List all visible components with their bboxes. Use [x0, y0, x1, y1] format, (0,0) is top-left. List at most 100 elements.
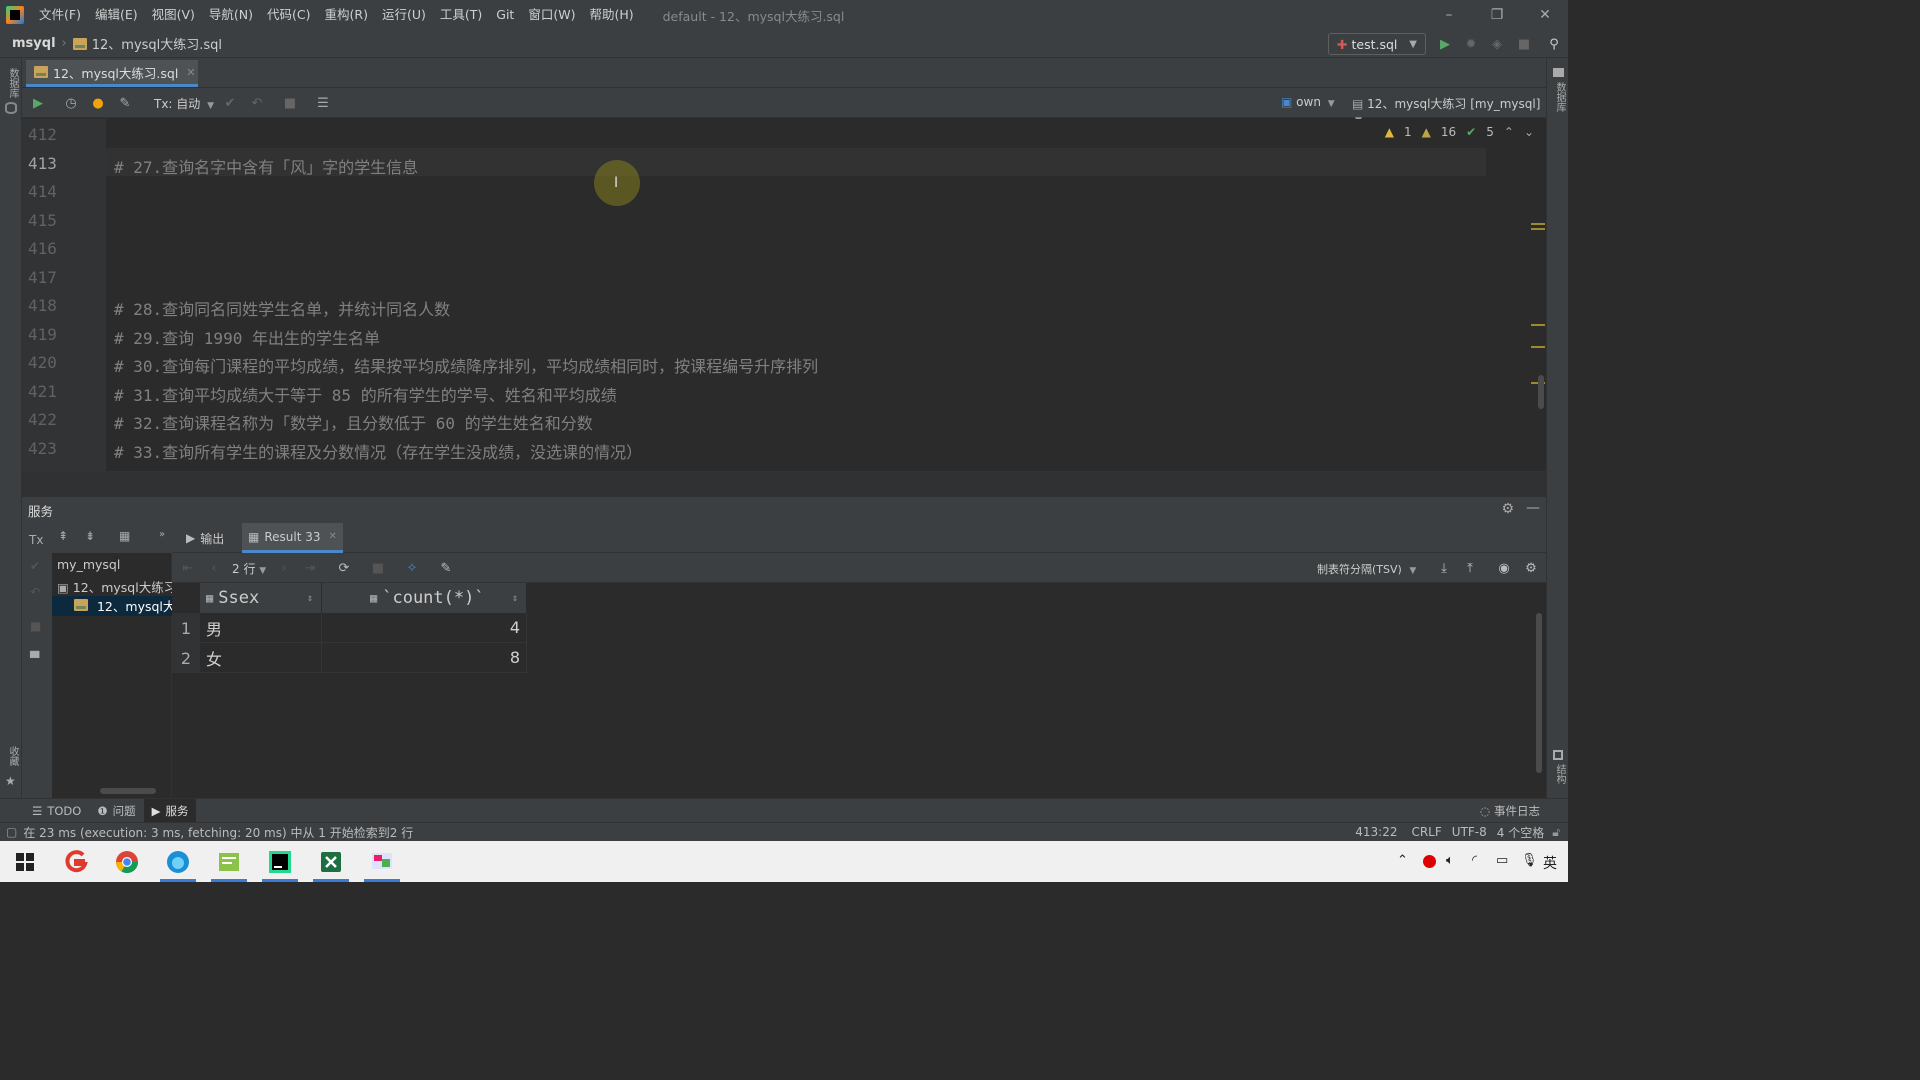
- line-separator[interactable]: CRLF: [1411, 825, 1441, 839]
- rollback-icon[interactable]: ↶: [249, 95, 265, 111]
- edge-icon[interactable]: [156, 841, 200, 882]
- grid-scrollbar[interactable]: [1536, 613, 1542, 773]
- menu-run[interactable]: 运行(U): [375, 0, 433, 30]
- panel-splitter[interactable]: [22, 471, 1546, 497]
- editor-scrollbar[interactable]: [1538, 375, 1544, 409]
- menu-edit[interactable]: 编辑(E): [88, 0, 145, 30]
- tool-tab-todo[interactable]: ☰ TODO: [24, 799, 89, 823]
- table-cell[interactable]: 男: [200, 613, 322, 643]
- menu-git[interactable]: Git: [489, 0, 521, 30]
- download-icon[interactable]: ⤓: [1436, 560, 1452, 576]
- inspection-widget[interactable]: ▲ 1 ▲ 16 ✔ 5 ⌃ ⌄: [1385, 125, 1534, 139]
- stripe-mark[interactable]: [1531, 324, 1545, 326]
- event-log-button[interactable]: ◌ 事件日志: [1472, 799, 1548, 823]
- export-format-select[interactable]: 制表符分隔(TSV) ▼: [1317, 561, 1416, 577]
- pin-icon[interactable]: ✎: [438, 560, 454, 576]
- run-icon[interactable]: ▶: [1437, 36, 1453, 52]
- column-header-ssex[interactable]: ▦ Ssex ⇕: [200, 583, 322, 613]
- table-cell[interactable]: 女: [200, 643, 322, 673]
- menu-code[interactable]: 代码(C): [260, 0, 317, 30]
- database-tool-label[interactable]: 数据库: [1552, 82, 1567, 112]
- database-tool-label[interactable]: 数据库: [5, 68, 20, 98]
- menu-file[interactable]: 文件(F): [32, 0, 88, 30]
- code-line[interactable]: # 30.查询每门课程的平均成绩，结果按平均成绩降序排列，平均成绩相同时，按课程…: [114, 353, 818, 377]
- tab-result[interactable]: ▦ Result 33 ✕: [242, 523, 343, 553]
- last-page-icon[interactable]: ⇥: [302, 560, 318, 576]
- sort-icon[interactable]: ⇕: [512, 593, 518, 604]
- search-icon[interactable]: ⚲: [1546, 36, 1562, 52]
- stripe-mark[interactable]: [1531, 346, 1545, 348]
- stripe-mark[interactable]: [1531, 228, 1545, 230]
- chevron-up-icon[interactable]: ⌃: [1504, 125, 1514, 139]
- table-cell[interactable]: 8: [322, 643, 527, 673]
- schema-select[interactable]: ▣ own ▼: [1281, 95, 1335, 109]
- gear-icon[interactable]: ⚙: [1523, 560, 1539, 576]
- collapse-all-icon[interactable]: ⇟: [85, 529, 95, 543]
- rollback-icon[interactable]: ↶: [30, 585, 40, 599]
- table-view-icon[interactable]: ☰: [315, 95, 331, 111]
- menu-help[interactable]: 帮助(H): [582, 0, 640, 30]
- close-tab-icon[interactable]: ✕: [329, 531, 337, 542]
- record-icon[interactable]: [1423, 855, 1436, 868]
- star-icon[interactable]: ★: [5, 774, 16, 788]
- excel-icon[interactable]: [309, 841, 353, 882]
- database-icon[interactable]: [5, 102, 17, 114]
- settings-wrench-icon[interactable]: ✎: [117, 95, 133, 111]
- close-tab-icon[interactable]: ✕: [186, 66, 195, 79]
- close-button[interactable]: ✕: [1522, 0, 1568, 30]
- favorites-tool-label[interactable]: 收藏: [5, 746, 20, 766]
- lock-icon[interactable]: 🔓︎: [1552, 825, 1560, 840]
- volume-icon[interactable]: 🔈︎: [1446, 853, 1454, 868]
- explain-plan-icon[interactable]: ●: [90, 95, 106, 111]
- tray-chevron-up-icon[interactable]: ⌃: [1397, 853, 1408, 868]
- commit-icon[interactable]: ✔: [30, 559, 40, 573]
- caret-position[interactable]: 413:22: [1355, 825, 1397, 839]
- breadcrumb-file[interactable]: 12、mysql大练习.sql: [92, 34, 222, 53]
- coverage-icon[interactable]: ◈: [1489, 36, 1505, 52]
- sort-icon[interactable]: ⇕: [307, 593, 313, 604]
- compare-icon[interactable]: ✧: [404, 560, 420, 576]
- status-panel-icon[interactable]: ▢: [6, 825, 17, 839]
- code-editor[interactable]: 412 413 414 415 416 417 418 419 420 421 …: [22, 119, 1546, 471]
- stop-icon[interactable]: ■: [30, 619, 41, 633]
- app-g-icon[interactable]: [54, 841, 98, 882]
- group-icon[interactable]: ▦: [119, 529, 130, 543]
- code-line[interactable]: # 33.查询所有学生的课程及分数情况（存在学生没成绩，没选课的情况）: [114, 439, 642, 463]
- structure-tool-label[interactable]: 结构: [1552, 764, 1567, 784]
- restore-button[interactable]: ❐: [1474, 0, 1520, 30]
- minimize-button[interactable]: –: [1426, 0, 1472, 30]
- column-header-count[interactable]: ▦ `count(*)` ⇕: [322, 583, 527, 613]
- tree-item-console[interactable]: 12、mysql大练: [52, 596, 172, 616]
- stripe-mark[interactable]: [1531, 223, 1545, 225]
- first-page-icon[interactable]: ⇤: [180, 560, 196, 576]
- editor-app-icon[interactable]: [207, 841, 251, 882]
- screen-recorder-icon[interactable]: [360, 841, 404, 882]
- tree-item-session[interactable]: ▣ 12、mysql大练习: [57, 577, 172, 596]
- cancel-icon[interactable]: ■: [282, 95, 298, 111]
- code-line[interactable]: # 28.查询同名同姓学生名单，并统计同名人数: [114, 296, 450, 320]
- hide-icon[interactable]: —: [1526, 500, 1540, 516]
- history-icon[interactable]: ◷: [63, 95, 79, 111]
- menu-view[interactable]: 视图(V): [145, 0, 202, 30]
- gear-icon[interactable]: ⚙: [1501, 501, 1514, 517]
- indent-setting[interactable]: 4 个空格: [1497, 824, 1544, 841]
- debug-icon[interactable]: ✹: [1463, 36, 1479, 52]
- next-page-icon[interactable]: ›: [276, 560, 292, 576]
- windows-start-icon[interactable]: [3, 841, 47, 882]
- network-icon[interactable]: ◜: [1472, 853, 1477, 868]
- eye-icon[interactable]: ◉: [1496, 560, 1512, 576]
- code-line[interactable]: # 31.查询平均成绩大于等于 85 的所有学生的学号、姓名和平均成绩: [114, 382, 617, 406]
- breadcrumb-project[interactable]: msyql: [12, 36, 56, 51]
- datagrip-icon[interactable]: [258, 841, 302, 882]
- tx-mode-select[interactable]: Tx: 自动 ▼: [154, 95, 214, 112]
- code-line[interactable]: # 29.查询 1990 年出生的学生名单: [114, 325, 380, 349]
- menu-navigate[interactable]: 导航(N): [202, 0, 260, 30]
- code-line[interactable]: # 27.查询名字中含有「风」字的学生信息: [114, 154, 418, 178]
- editor-tab[interactable]: 12、mysql大练习.sql ✕: [26, 60, 198, 87]
- menu-refactor[interactable]: 重构(R): [318, 0, 375, 30]
- chevron-down-icon[interactable]: ⌄: [1524, 125, 1534, 139]
- menu-tools[interactable]: 工具(T): [433, 0, 489, 30]
- result-grid[interactable]: ▦ Ssex ⇕ ▦ `count(*)` ⇕ 1 男 4 2 女 8: [172, 583, 1546, 798]
- previous-page-icon[interactable]: ‹: [206, 560, 222, 576]
- upload-icon[interactable]: ⤒: [1462, 560, 1478, 576]
